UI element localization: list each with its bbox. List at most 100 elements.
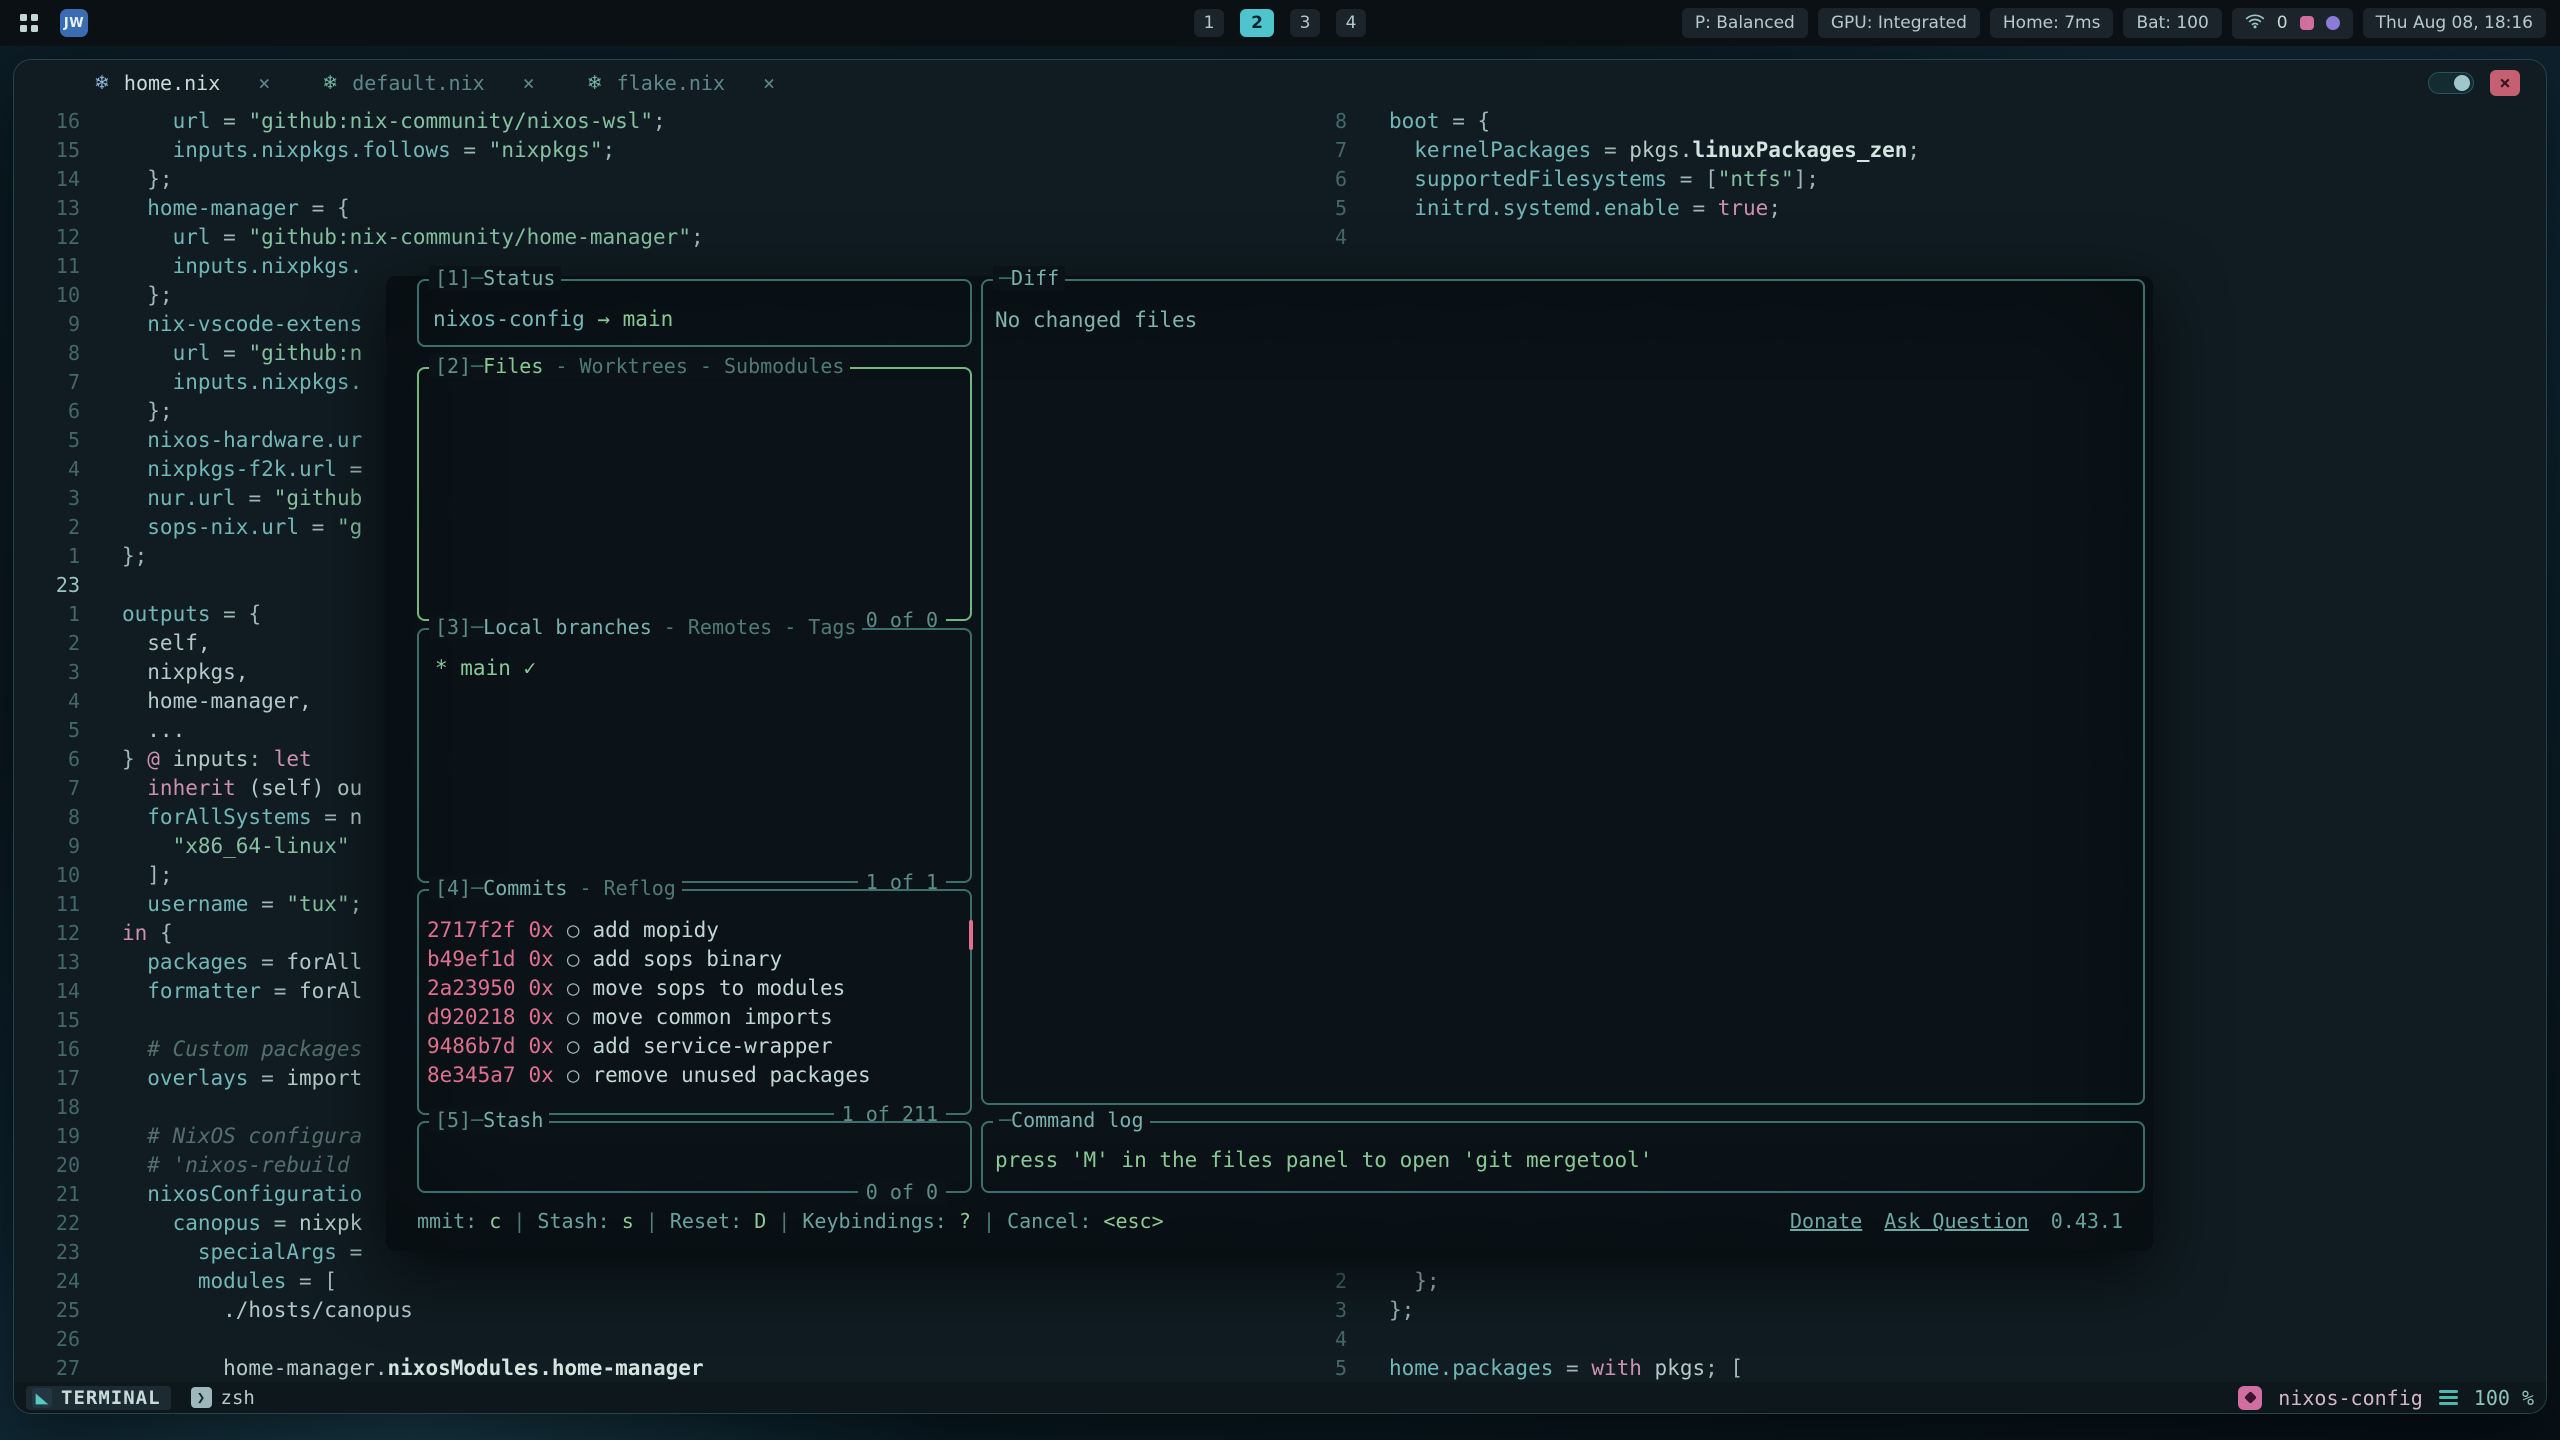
code-segment: overlays xyxy=(122,1066,248,1090)
code-segment: in xyxy=(122,921,147,945)
commit-row[interactable]: 9486b7d0x○add service-wrapper xyxy=(427,1031,960,1060)
clock[interactable]: Thu Aug 08, 18:16 xyxy=(2363,8,2546,38)
line-number: 7 xyxy=(14,776,80,800)
top-status-bar: JW 1234 P: BalancedGPU: IntegratedHome: … xyxy=(0,0,2560,46)
tab-bar: ❄home.nix×❄default.nix×❄flake.nix× × xyxy=(14,60,2546,106)
window-status-bar: TERMINAL ❯ zsh nixos-config 100 % xyxy=(14,1382,2546,1413)
panel-tab[interactable]: Submodules xyxy=(724,354,844,378)
code-text: }; xyxy=(122,283,173,307)
code-text: ... xyxy=(122,718,185,742)
tab-close-icon[interactable]: × xyxy=(523,71,535,95)
workspace-button-4[interactable]: 4 xyxy=(1336,9,1366,37)
nix-snowflake-icon: ❄ xyxy=(322,72,338,94)
code-segment: = [ xyxy=(286,1269,337,1293)
panel-tab-separator: - xyxy=(567,876,603,900)
code-text: inherit (self) ou xyxy=(122,776,362,800)
commit-row[interactable]: d9202180x○move common imports xyxy=(427,1002,960,1031)
panel-commits[interactable]: [4]─Commits - Reflog 2717f2f0x○add mopid… xyxy=(417,889,972,1115)
tray-pink-icon[interactable] xyxy=(2300,16,2314,30)
code-text: url = "github:nix-community/home-manager… xyxy=(122,225,704,249)
tab-close-icon[interactable]: × xyxy=(763,71,775,95)
code-segment: } xyxy=(122,747,147,771)
repo-name: nixos-config xyxy=(433,307,585,331)
code-segment: = xyxy=(211,225,249,249)
commit-row[interactable]: 2a239500x○move sops to modules xyxy=(427,973,960,1002)
code-segment: "tux" xyxy=(286,892,349,916)
panel-diff[interactable]: ─Diff No changed files xyxy=(981,279,2145,1105)
code-line: 24 modules = [ xyxy=(14,1266,1281,1295)
panel-title-dash: ─ xyxy=(471,354,483,378)
tab-default.nix[interactable]: ❄default.nix× xyxy=(322,71,534,95)
panel-branches[interactable]: [3]─Local branches - Remotes - Tags * ma… xyxy=(417,628,972,883)
line-number: 16 xyxy=(14,1037,80,1061)
link-ask-question[interactable]: Ask Question xyxy=(1884,1209,2029,1233)
code-segment: # Custom packages xyxy=(122,1037,362,1061)
shell-tab[interactable]: ❯ zsh xyxy=(191,1387,255,1409)
code-text: kernelPackages = pkgs.linuxPackages_zen; xyxy=(1389,138,1920,162)
code-text: }; xyxy=(122,399,173,423)
panel-number: [3] xyxy=(435,615,471,639)
panel-files[interactable]: [2]─Files - Worktrees - Submodules 0 of … xyxy=(417,367,972,621)
app-launcher-icon[interactable] xyxy=(14,8,44,38)
commits-scrollbar[interactable] xyxy=(969,920,973,950)
panel-number: [4] xyxy=(435,876,471,900)
line-number: 16 xyxy=(14,109,80,133)
panel-tab[interactable]: Reflog xyxy=(604,876,676,900)
panel-tab[interactable]: Remotes xyxy=(688,615,772,639)
commit-row[interactable]: 2717f2f0x○add mopidy xyxy=(427,915,960,944)
commit-hash: 2a23950 xyxy=(427,976,516,1000)
code-text: inputs.nixpkgs.follows = "nixpkgs"; xyxy=(122,138,615,162)
panel-tab: Diff xyxy=(1011,266,1059,290)
commit-author: 0x xyxy=(529,1063,554,1087)
code-segment: url xyxy=(122,225,211,249)
panel-status[interactable]: [1]─Status nixos-config → main xyxy=(417,279,972,347)
code-segment: home-manager, xyxy=(122,689,312,713)
panel-title-stash: [5]─Stash xyxy=(429,1108,549,1132)
workspace-button-2[interactable]: 2 xyxy=(1240,9,1274,37)
commit-graph-node-icon: ○ xyxy=(567,976,580,1000)
line-number: 11 xyxy=(14,254,80,278)
code-line: 13 home-manager = { xyxy=(14,193,1281,222)
panel-stash[interactable]: [5]─Stash 0 of 0 xyxy=(417,1121,972,1193)
window-pin-toggle[interactable] xyxy=(2428,72,2474,94)
panel-title-dash: ─ xyxy=(999,266,1011,290)
code-segment: "nixpkgs" xyxy=(489,138,603,162)
tab-close-icon[interactable]: × xyxy=(258,71,270,95)
tray-purple-icon[interactable] xyxy=(2326,16,2340,30)
line-number: 4 xyxy=(1281,225,1347,249)
nix-snowflake-icon: ❄ xyxy=(587,72,603,94)
line-number: 21 xyxy=(14,1182,80,1206)
window-close-button[interactable]: × xyxy=(2490,70,2520,96)
wifi-icon[interactable] xyxy=(2245,13,2265,34)
code-segment: = xyxy=(248,1066,286,1090)
tab-home.nix[interactable]: ❄home.nix× xyxy=(94,71,270,95)
commit-row[interactable]: b49ef1d0x○add sops binary xyxy=(427,944,960,973)
line-number: 9 xyxy=(14,834,80,858)
panel-tab[interactable]: Tags xyxy=(808,615,856,639)
code-segment: inherit xyxy=(122,776,236,800)
panel-tab: Local branches xyxy=(483,615,652,639)
help-label: Reset: xyxy=(670,1209,754,1233)
panel-command-log[interactable]: ─Command log press 'M' in the files pane… xyxy=(981,1121,2145,1193)
tab-label: flake.nix xyxy=(617,71,725,95)
help-key: c xyxy=(489,1209,501,1233)
commit-author: 0x xyxy=(529,1005,554,1029)
commit-author: 0x xyxy=(529,918,554,942)
commit-row[interactable]: 8e345a70x○remove unused packages xyxy=(427,1060,960,1089)
code-segment: = xyxy=(1591,138,1629,162)
logo-badge[interactable]: JW xyxy=(60,9,88,37)
line-number: 4 xyxy=(1281,1327,1347,1351)
statusbar-right: nixos-config 100 % xyxy=(2238,1386,2534,1410)
volume-indicator[interactable]: 0 xyxy=(2277,13,2288,33)
code-segment: modules xyxy=(122,1269,286,1293)
workspace-button-1[interactable]: 1 xyxy=(1194,9,1224,37)
workspace-button-3[interactable]: 3 xyxy=(1290,9,1320,37)
panel-tab[interactable]: Worktrees xyxy=(580,354,688,378)
commit-hash: b49ef1d xyxy=(427,947,516,971)
panel-title-dash: ─ xyxy=(999,1108,1011,1132)
line-number: 7 xyxy=(14,370,80,394)
link-donate[interactable]: Donate xyxy=(1790,1209,1862,1233)
line-number: 4 xyxy=(14,689,80,713)
code-text: # 'nixos-rebuild xyxy=(122,1153,350,1177)
tab-flake.nix[interactable]: ❄ flake.nix × xyxy=(587,71,775,95)
